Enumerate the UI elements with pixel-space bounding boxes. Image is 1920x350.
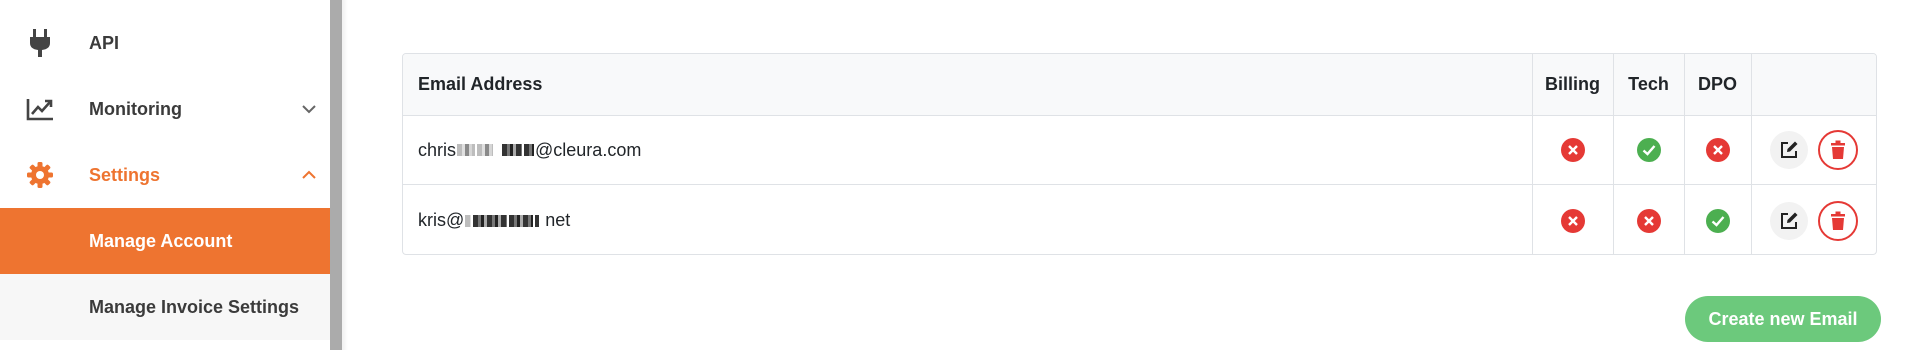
edit-button[interactable] [1769, 201, 1808, 240]
delete-button[interactable] [1817, 130, 1858, 170]
x-circle-icon [1636, 208, 1661, 233]
trash-icon [1830, 211, 1845, 230]
redacted-text [524, 144, 535, 156]
check-circle-icon [1705, 208, 1730, 233]
delete-button[interactable] [1817, 200, 1858, 241]
app: API Monitoring Settings Manage Account M… [0, 0, 1920, 350]
sidebar-item-settings[interactable]: Settings [0, 142, 330, 208]
x-circle-icon [1560, 208, 1585, 233]
chevron-up-icon [300, 166, 318, 184]
sidebar-shadow [342, 0, 348, 350]
sidebar-item-label: Manage Account [89, 230, 233, 251]
sidebar-item-monitoring[interactable]: Monitoring [0, 76, 330, 142]
edit-button[interactable] [1769, 131, 1808, 169]
header-email: Email Address [418, 74, 543, 94]
redacted-text [509, 214, 534, 227]
table-header: Email Address Billing Tech DPO [403, 54, 1876, 116]
table-row: chris @cleura.com [403, 116, 1876, 185]
sidebar-item-label: Settings [89, 164, 161, 185]
redacted-text [457, 144, 476, 156]
redacted-text [535, 214, 540, 227]
header-actions [1751, 54, 1876, 115]
redacted-text [502, 144, 523, 156]
billing-cell [1532, 186, 1613, 254]
billing-cell [1532, 116, 1613, 184]
sidebar-item-label: Monitoring [89, 98, 182, 119]
column-divider [1613, 54, 1614, 254]
actions-cell [1751, 186, 1876, 254]
edit-icon [1780, 141, 1797, 158]
email-prefix: chris [418, 139, 457, 160]
trash-icon [1830, 140, 1845, 159]
redacted-text [477, 144, 494, 156]
email-suffix: @cleura.com [535, 139, 642, 160]
header-tech: Tech [1628, 74, 1669, 94]
sidebar: API Monitoring Settings Manage Account M… [0, 0, 330, 350]
redacted-text [473, 214, 508, 227]
x-circle-icon [1560, 138, 1585, 162]
check-circle-icon [1636, 138, 1661, 162]
gear-icon [26, 161, 54, 189]
sidebar-item-label: Manage Invoice Settings [89, 296, 300, 317]
create-new-email-button[interactable]: Create new Email [1685, 296, 1881, 342]
plug-icon [26, 29, 54, 57]
header-billing: Billing [1545, 74, 1600, 94]
actions-cell [1751, 116, 1876, 184]
sidebar-item-label: API [89, 32, 120, 53]
email-suffix: net [545, 210, 571, 230]
table-row: kris@ net [403, 186, 1876, 254]
tech-cell [1613, 186, 1684, 254]
sidebar-item-manage-invoice-settings[interactable]: Manage Invoice Settings [0, 274, 330, 340]
x-circle-icon [1705, 138, 1730, 162]
dpo-cell [1684, 186, 1751, 254]
chevron-down-icon [300, 100, 318, 118]
sidebar-scrollbar[interactable] [330, 0, 342, 350]
sidebar-item-manage-account[interactable]: Manage Account [0, 208, 330, 274]
column-divider [1532, 54, 1533, 254]
column-divider [1684, 54, 1685, 254]
chart-line-icon [26, 95, 54, 123]
sidebar-item-api[interactable]: API [0, 10, 330, 76]
email-prefix: kris@ [418, 210, 465, 230]
edit-icon [1780, 212, 1797, 229]
tech-cell [1613, 116, 1684, 184]
header-dpo: DPO [1697, 74, 1737, 94]
email-cell: chris @cleura.com [403, 116, 1532, 184]
redacted-text [465, 214, 472, 227]
column-divider [1751, 54, 1752, 254]
email-contacts-table: Email Address Billing Tech DPO chris @cl… [402, 53, 1877, 255]
email-cell: kris@ net [403, 186, 1532, 254]
dpo-cell [1684, 116, 1751, 184]
